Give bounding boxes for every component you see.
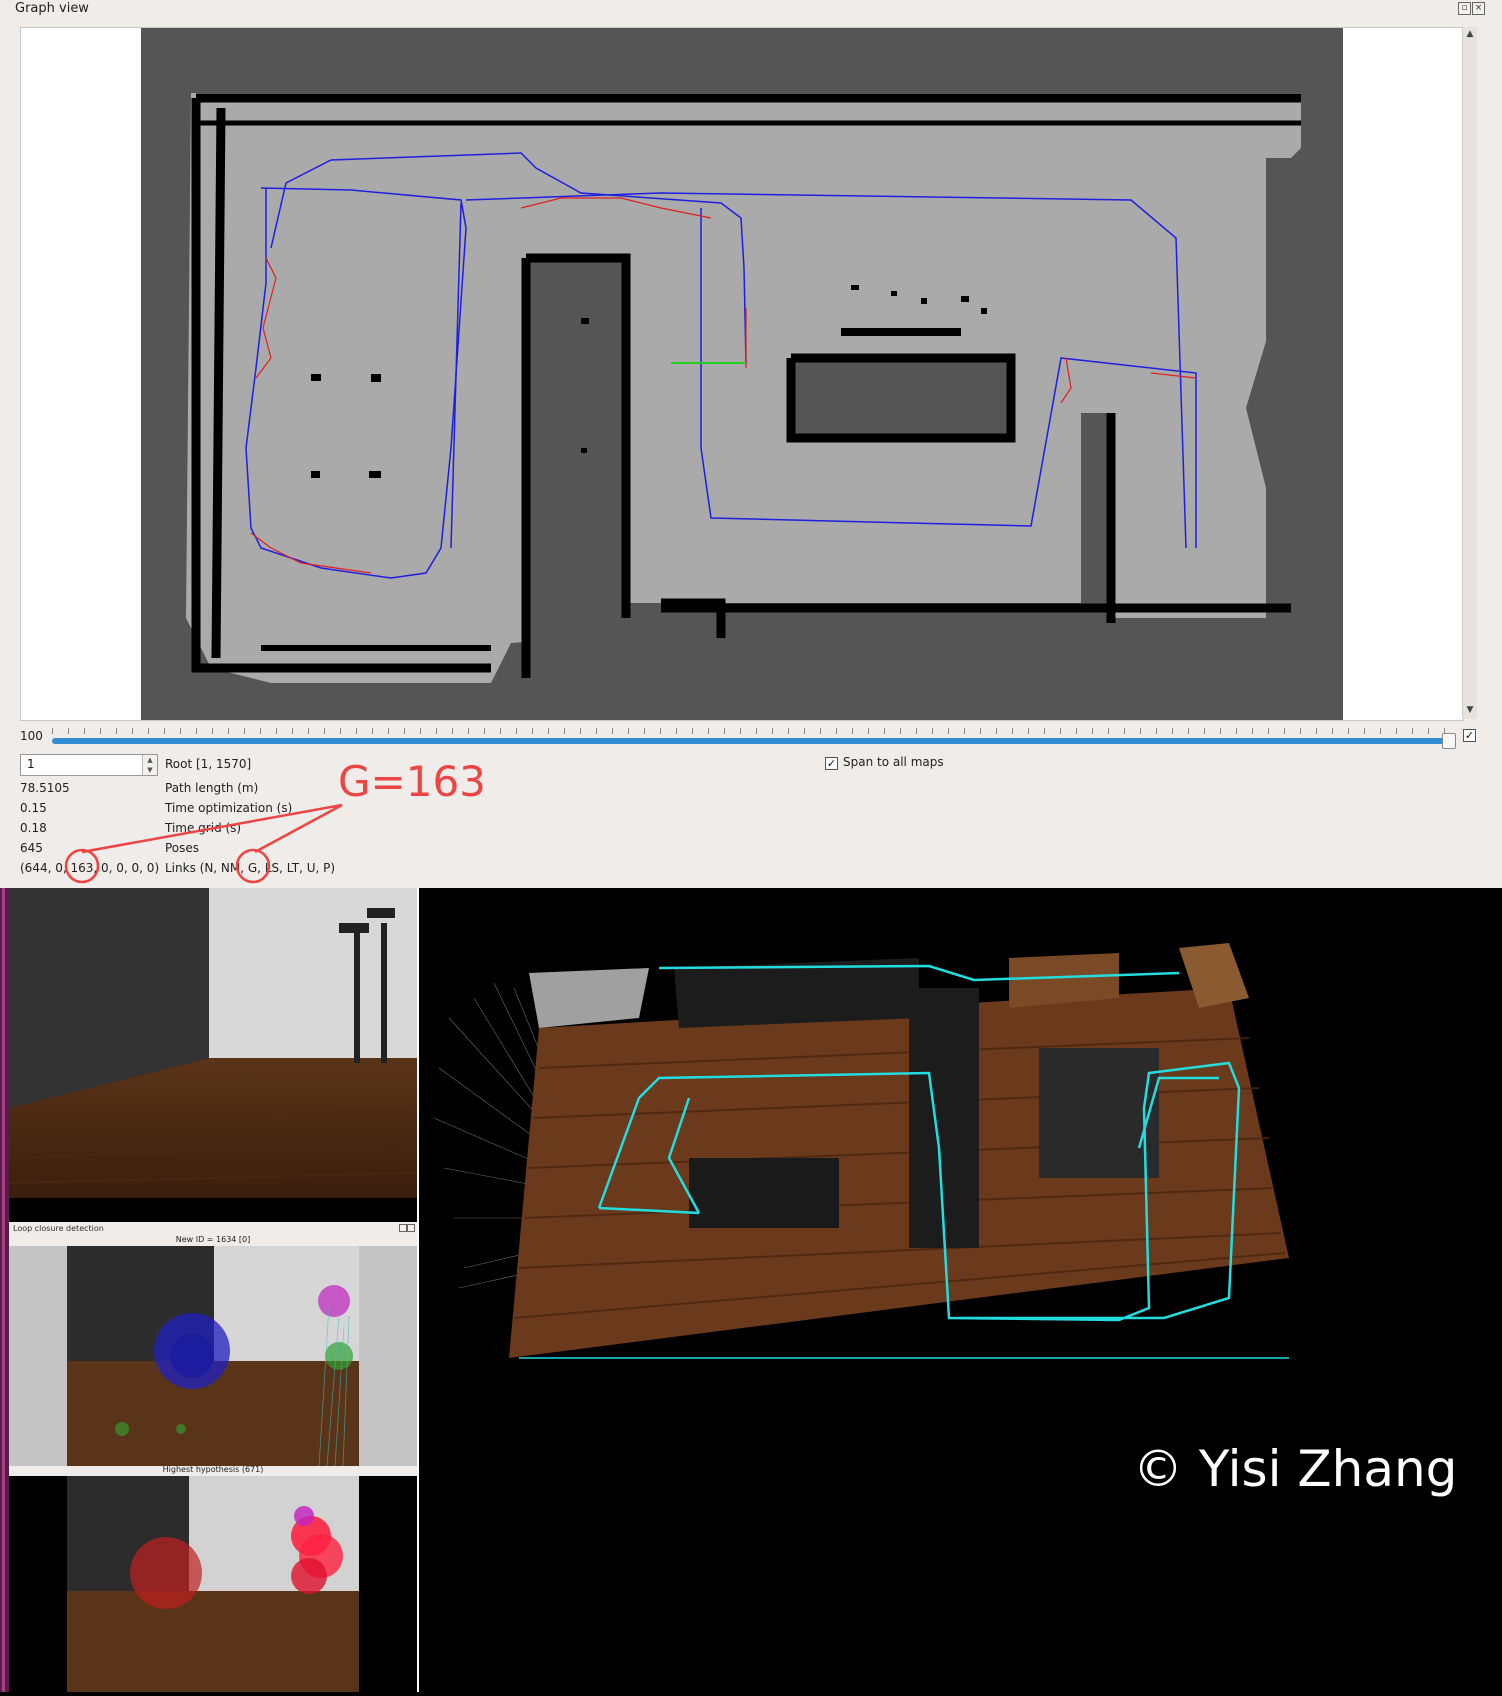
copyright-text: © Yisi Zhang <box>1133 1440 1457 1498</box>
loop-closure-title: Loop closure detection <box>13 1224 104 1233</box>
highest-hypothesis-label: Highest hypothesis (671) <box>162 1465 264 1474</box>
float-icon[interactable] <box>399 1224 407 1232</box>
camera-image <box>8 888 418 1222</box>
hypothesis-image-view <box>9 1476 417 1692</box>
graph-view-panel: Graph view ▫ × ▲ ▼ 100 ✓ 1 ▲ ▼ Root [1, … <box>0 0 1502 888</box>
camera-view <box>8 888 418 1222</box>
annotation-arrows <box>64 803 343 884</box>
annotation-circle <box>64 848 100 884</box>
3d-cloud-view[interactable]: © Yisi Zhang <box>419 888 1502 1692</box>
side-strip-accent <box>2 888 5 1692</box>
floor-plane <box>509 988 1289 1358</box>
loop-closure-panel: Loop closure detection New ID = 1634 [0]… <box>9 1222 417 1692</box>
new-image-view <box>9 1246 417 1466</box>
annotation-circle <box>235 848 271 884</box>
new-id-label: New ID = 1634 [0] <box>175 1235 251 1244</box>
3d-map-render: © Yisi Zhang <box>433 943 1457 1498</box>
close-icon[interactable] <box>407 1224 415 1232</box>
